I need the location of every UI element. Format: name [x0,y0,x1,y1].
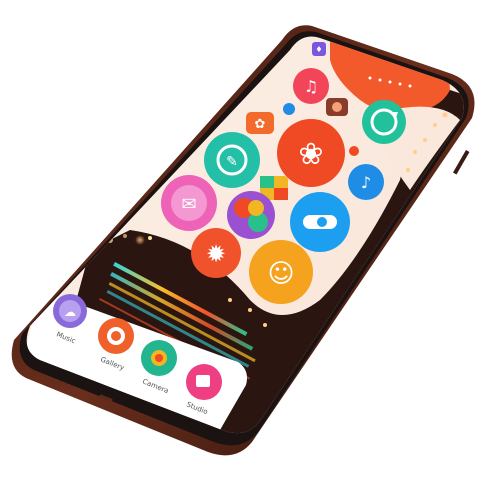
app-icon-bird[interactable]: ♪ [348,164,384,200]
app-icon-toggle[interactable] [290,192,350,252]
svg-text:♦: ♦ [315,45,322,54]
app-icon-refresh[interactable] [362,100,406,144]
app-icon-headphones[interactable]: ♫ [293,68,329,104]
svg-text:✉: ✉ [181,194,196,215]
phone-screen: ♦ ♫ ✿ ✎ ❀ ♪ ✉ ✹ ☺ ☁ Music Gallery Camera… [26,36,464,434]
svg-text:☁: ☁ [64,305,76,319]
app-icon-chat[interactable]: ✎ [204,132,260,188]
app-icon-gear[interactable]: ✹ [191,228,241,278]
svg-text:❀: ❀ [298,137,323,172]
app-icon-settings-small[interactable]: ✿ [246,112,274,134]
svg-text:♫: ♫ [304,77,318,96]
phone-illustration: ♦ ♫ ✿ ✎ ❀ ♪ ✉ ✹ ☺ ☁ Music Gallery Camera… [11,25,475,456]
app-icon-mail[interactable]: ✉ [161,175,217,231]
app-icon-small-red[interactable] [349,146,359,156]
app-icon-palette[interactable] [227,191,275,239]
app-icon-flower-large[interactable]: ❀ [277,119,345,187]
svg-text:♪: ♪ [361,173,371,192]
svg-text:✹: ✹ [206,240,226,268]
app-icon-chat-bubble[interactable]: ☺ [249,240,313,304]
app-icon-top-small[interactable]: ♦ [312,42,326,56]
app-icon-camera-small[interactable] [326,98,348,116]
svg-text:☺: ☺ [267,259,294,289]
side-button[interactable] [452,149,470,175]
svg-text:✿: ✿ [255,117,266,132]
svg-text:✎: ✎ [226,154,238,170]
app-icon-small-blue[interactable] [283,103,295,115]
